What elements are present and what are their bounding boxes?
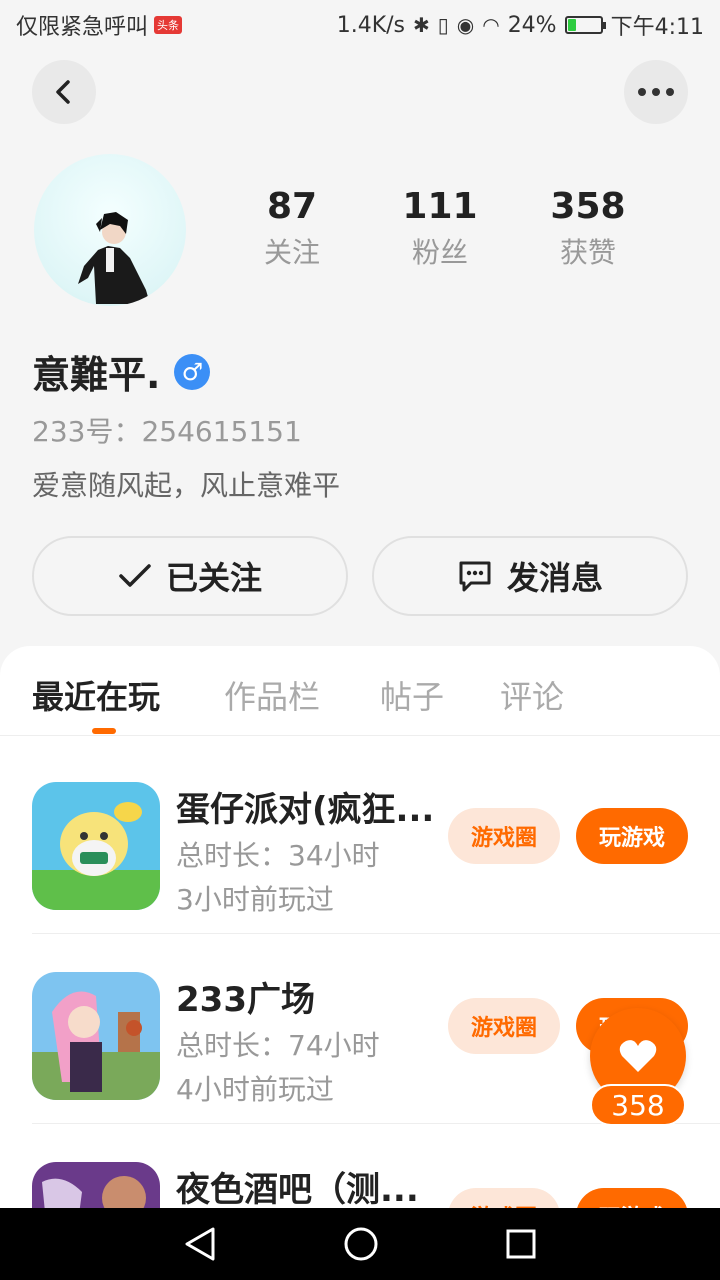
game-icon-eggy-party — [32, 782, 160, 910]
tab-indicator — [92, 728, 116, 734]
more-button[interactable] — [624, 60, 688, 124]
tab-comments[interactable]: 评论 — [500, 672, 564, 718]
game-duration: 总时长：34小时 — [176, 839, 380, 872]
chat-bubble-icon — [459, 561, 491, 592]
nav-recents-icon[interactable] — [505, 1228, 537, 1260]
stat-fans[interactable]: 111 粉丝 — [366, 186, 514, 271]
user-name: 意難平. — [32, 353, 161, 397]
network-speed: 1.4K/s — [336, 12, 405, 38]
game-row[interactable]: 蛋仔派对(疯狂... 总时长：34小时 3小时前玩过 游戏圈 玩游戏 — [32, 744, 720, 934]
stat-likes-value: 358 — [550, 186, 626, 227]
status-bar: 仅限紧急呼叫 头条 1.4K/s ✱ ▯ ◉ ◠ 24% 下午4:11 — [0, 0, 720, 50]
followed-label: 已关注 — [165, 559, 262, 597]
profile-stats: 87 关注 111 粉丝 358 获赞 — [218, 186, 662, 271]
heart-icon — [619, 1040, 657, 1072]
game-duration: 总时长：74小时 — [176, 1029, 380, 1062]
game-icon-233-plaza — [32, 972, 160, 1100]
back-button[interactable] — [32, 60, 96, 124]
bluetooth-icon: ✱ — [413, 13, 430, 37]
wifi-icon: ◠ — [482, 13, 500, 37]
nav-back-icon[interactable] — [183, 1226, 217, 1262]
tab-works[interactable]: 作品栏 — [224, 672, 320, 718]
avatar-figure — [78, 212, 150, 304]
game-last-played: 3小时前玩过 — [176, 883, 334, 916]
battery-icon — [564, 16, 606, 34]
stat-fans-label: 粉丝 — [411, 236, 468, 269]
stat-fans-value: 111 — [402, 186, 478, 227]
like-count: 358 — [590, 1084, 686, 1126]
toutiao-badge: 头条 — [154, 16, 183, 34]
game-circle-button[interactable]: 游戏圈 — [448, 998, 560, 1054]
user-bio: 爱意随风起，风止意难平 — [32, 469, 341, 502]
game-title: 233广场 — [176, 980, 315, 1020]
system-nav-bar — [0, 1208, 720, 1280]
user-id: 233号：254615151 — [32, 415, 302, 448]
followed-button[interactable]: 已关注 — [32, 536, 348, 616]
tab-recently-played[interactable]: 最近在玩 — [32, 672, 160, 718]
send-message-button[interactable]: 发消息 — [372, 536, 688, 616]
game-circle-button[interactable]: 游戏圈 — [448, 808, 560, 864]
stat-following-label: 关注 — [263, 236, 320, 269]
tab-posts[interactable]: 帖子 — [380, 672, 444, 718]
game-title: 蛋仔派对(疯狂... — [176, 790, 435, 830]
name-row: 意難平. ♂ — [32, 344, 211, 399]
battery-percent: 24% — [507, 12, 557, 38]
game-title: 夜色酒吧（测... — [176, 1170, 419, 1210]
avatar[interactable] — [34, 154, 186, 306]
tab-bar: 最近在玩 作品栏 帖子 评论 — [0, 646, 720, 736]
vibrate-icon: ▯ — [437, 13, 449, 37]
clock: 下午4:11 — [610, 15, 704, 40]
chevron-left-icon — [56, 80, 70, 104]
eye-icon: ◉ — [456, 13, 475, 37]
play-game-button[interactable]: 玩游戏 — [576, 808, 688, 864]
send-message-label: 发消息 — [506, 559, 603, 597]
stat-following-value: 87 — [266, 186, 318, 227]
nav-home-icon[interactable] — [343, 1226, 379, 1262]
content-card: 最近在玩 作品栏 帖子 评论 蛋仔派对(疯狂... 总时长：34小时 3小时前玩… — [0, 646, 720, 1280]
stat-following[interactable]: 87 关注 — [218, 186, 366, 271]
more-dots-icon — [638, 88, 674, 96]
game-last-played: 4小时前玩过 — [176, 1073, 334, 1106]
male-gender-icon: ♂ — [174, 353, 211, 390]
carrier-text: 仅限紧急呼叫 — [16, 15, 149, 40]
check-icon — [119, 564, 151, 587]
stat-likes-label: 获赞 — [559, 236, 616, 269]
stat-likes[interactable]: 358 获赞 — [514, 186, 662, 271]
